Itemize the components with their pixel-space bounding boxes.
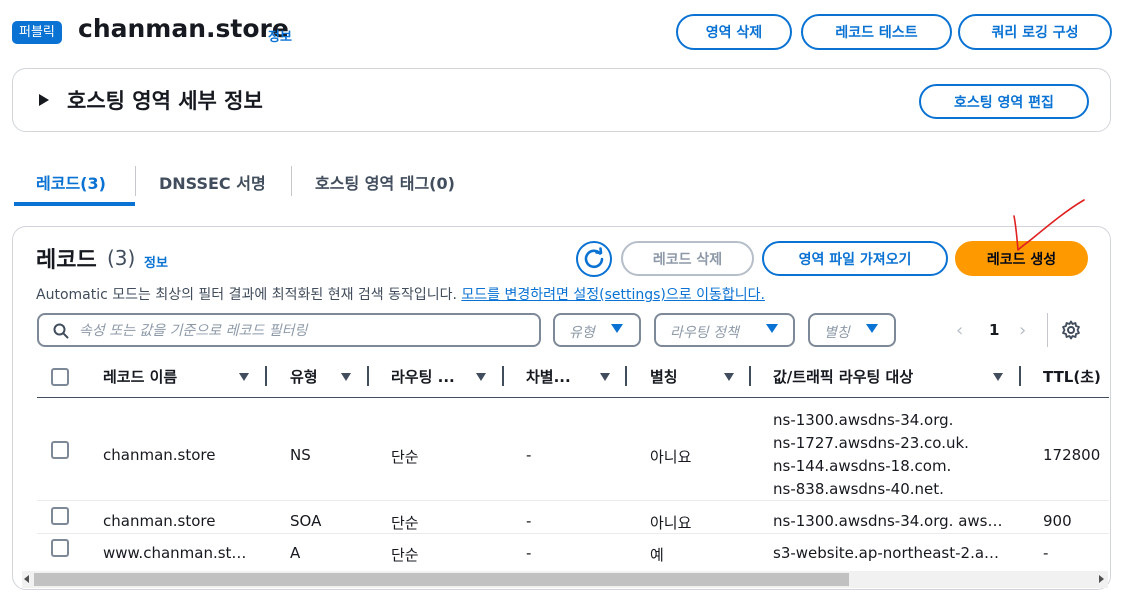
record-value: ns-144.awsdns-18.com.	[773, 457, 952, 475]
page-number[interactable]: 1	[989, 321, 999, 339]
sort-caret-icon[interactable]	[476, 373, 486, 381]
caret-down-icon	[866, 324, 878, 333]
record-alias: 아니요	[650, 448, 692, 466]
tab-divider	[135, 166, 136, 196]
record-routing: 단순	[391, 448, 419, 466]
mode-notice-text: Automatic 모드는 최상의 필터 결과에 최적화된 현재 검색 동작입니…	[36, 287, 462, 303]
test-record-button[interactable]: 레코드 테스트	[801, 14, 952, 50]
scroll-left-icon[interactable]	[24, 575, 29, 583]
expand-caret-icon[interactable]	[39, 94, 49, 106]
caret-down-icon	[611, 324, 623, 333]
column-header-type[interactable]: 유형	[290, 366, 318, 387]
record-differentiator: -	[526, 446, 532, 464]
row-divider	[37, 533, 1109, 534]
record-routing: 단순	[391, 514, 419, 532]
header-divider	[37, 397, 1109, 398]
row-checkbox[interactable]	[51, 539, 69, 557]
pagination-divider	[1047, 313, 1048, 347]
routing-filter-label: 라우팅 정책	[670, 325, 739, 341]
record-alias: 아니요	[650, 514, 692, 532]
record-ttl: -	[1043, 544, 1049, 562]
import-zone-file-button[interactable]: 영역 파일 가져오기	[762, 241, 948, 276]
record-routing: 단순	[391, 546, 419, 564]
row-checkbox[interactable]	[51, 507, 69, 525]
alias-filter-select[interactable]: 별칭	[808, 313, 896, 347]
record-ttl: 172800	[1043, 446, 1101, 464]
column-header-routing[interactable]: 라우팅 ...	[391, 366, 455, 387]
column-divider[interactable]	[625, 366, 627, 386]
column-header-alias[interactable]: 별칭	[650, 366, 678, 387]
hosted-zone-details-panel: 호스팅 영역 세부 정보 호스팅 영역 편집	[12, 68, 1111, 132]
sort-caret-icon[interactable]	[724, 373, 734, 381]
prev-page-icon[interactable]: ‹	[956, 320, 963, 341]
page-title: chanman.store	[78, 14, 289, 43]
refresh-button[interactable]	[576, 241, 612, 277]
search-input[interactable]	[77, 315, 521, 347]
select-all-checkbox[interactable]	[51, 368, 69, 386]
record-value: s3-website.ap-northeast-2.a…	[773, 544, 1000, 562]
public-badge: 퍼블릭	[12, 21, 62, 44]
sort-caret-icon[interactable]	[239, 373, 249, 381]
settings-link[interactable]: 모드를 변경하려면 설정(settings)으로 이동합니다.	[461, 287, 765, 303]
column-divider[interactable]	[265, 366, 267, 386]
record-type: SOA	[290, 512, 322, 530]
type-filter-label: 유형	[569, 325, 595, 341]
record-name: www.chanman.st…	[103, 544, 247, 562]
checkmark-annotation-icon	[1013, 199, 1085, 251]
caret-down-icon	[766, 324, 778, 333]
records-info-link[interactable]: 정보	[144, 252, 168, 271]
column-header-differentiator[interactable]: 차별...	[526, 366, 571, 387]
sort-caret-icon[interactable]	[600, 373, 610, 381]
mode-notice: Automatic 모드는 최상의 필터 결과에 최적화된 현재 검색 동작입니…	[36, 284, 765, 304]
query-logging-button[interactable]: 쿼리 로깅 구성	[958, 14, 1112, 50]
record-differentiator: -	[526, 512, 532, 530]
sort-caret-icon[interactable]	[993, 373, 1003, 381]
column-header-ttl[interactable]: TTL(초)	[1043, 366, 1101, 387]
column-divider[interactable]	[749, 366, 751, 386]
column-header-name[interactable]: 레코드 이름	[103, 366, 177, 387]
tab-tags[interactable]: 호스팅 영역 태그(0)	[315, 170, 455, 194]
alias-filter-label: 별칭	[824, 325, 850, 341]
tab-dnssec[interactable]: DNSSEC 서명	[159, 170, 266, 194]
delete-zone-button[interactable]: 영역 삭제	[676, 14, 792, 50]
record-type: A	[290, 544, 301, 562]
record-type: NS	[290, 446, 311, 464]
record-differentiator: -	[526, 544, 532, 562]
sort-caret-icon[interactable]	[341, 373, 351, 381]
row-divider	[37, 500, 1109, 501]
records-title: 레코드	[36, 248, 97, 273]
record-value: ns-1300.awsdns-34.org.	[773, 411, 954, 429]
record-filter-search[interactable]	[37, 313, 541, 347]
edit-hosted-zone-button[interactable]: 호스팅 영역 편집	[919, 84, 1089, 119]
next-page-icon[interactable]: ›	[1019, 320, 1026, 341]
record-ttl: 900	[1043, 512, 1072, 530]
routing-filter-select[interactable]: 라우팅 정책	[654, 313, 795, 347]
record-value: ns-1300.awsdns-34.org. aws…	[773, 512, 1003, 530]
column-divider[interactable]	[1019, 366, 1021, 386]
delete-record-button[interactable]: 레코드 삭제	[621, 241, 754, 276]
records-panel	[12, 226, 1111, 590]
gear-icon[interactable]	[1061, 320, 1081, 340]
records-count: (3)	[107, 246, 136, 270]
tab-records[interactable]: 레코드(3)	[36, 170, 106, 194]
refresh-icon	[584, 247, 604, 269]
horizontal-scrollbar[interactable]	[22, 571, 1108, 588]
record-name: chanman.store	[103, 446, 216, 464]
active-tab-indicator	[14, 202, 135, 206]
scroll-right-icon[interactable]	[1099, 575, 1104, 583]
type-filter-select[interactable]: 유형	[553, 313, 641, 347]
record-value: ns-1727.awsdns-23.co.uk.	[773, 434, 969, 452]
details-title[interactable]: 호스팅 영역 세부 정보	[67, 85, 263, 115]
tab-divider	[291, 166, 292, 196]
column-divider[interactable]	[502, 366, 504, 386]
column-divider[interactable]	[367, 366, 369, 386]
record-name: chanman.store	[103, 512, 216, 530]
record-alias: 예	[650, 546, 664, 564]
row-checkbox[interactable]	[51, 441, 69, 459]
scrollbar-thumb[interactable]	[34, 573, 849, 586]
search-icon	[53, 323, 69, 339]
column-header-value[interactable]: 값/트래픽 라우팅 대상	[773, 366, 913, 387]
record-value: ns-838.awsdns-40.net.	[773, 480, 944, 498]
info-link[interactable]: 정보	[268, 26, 292, 45]
